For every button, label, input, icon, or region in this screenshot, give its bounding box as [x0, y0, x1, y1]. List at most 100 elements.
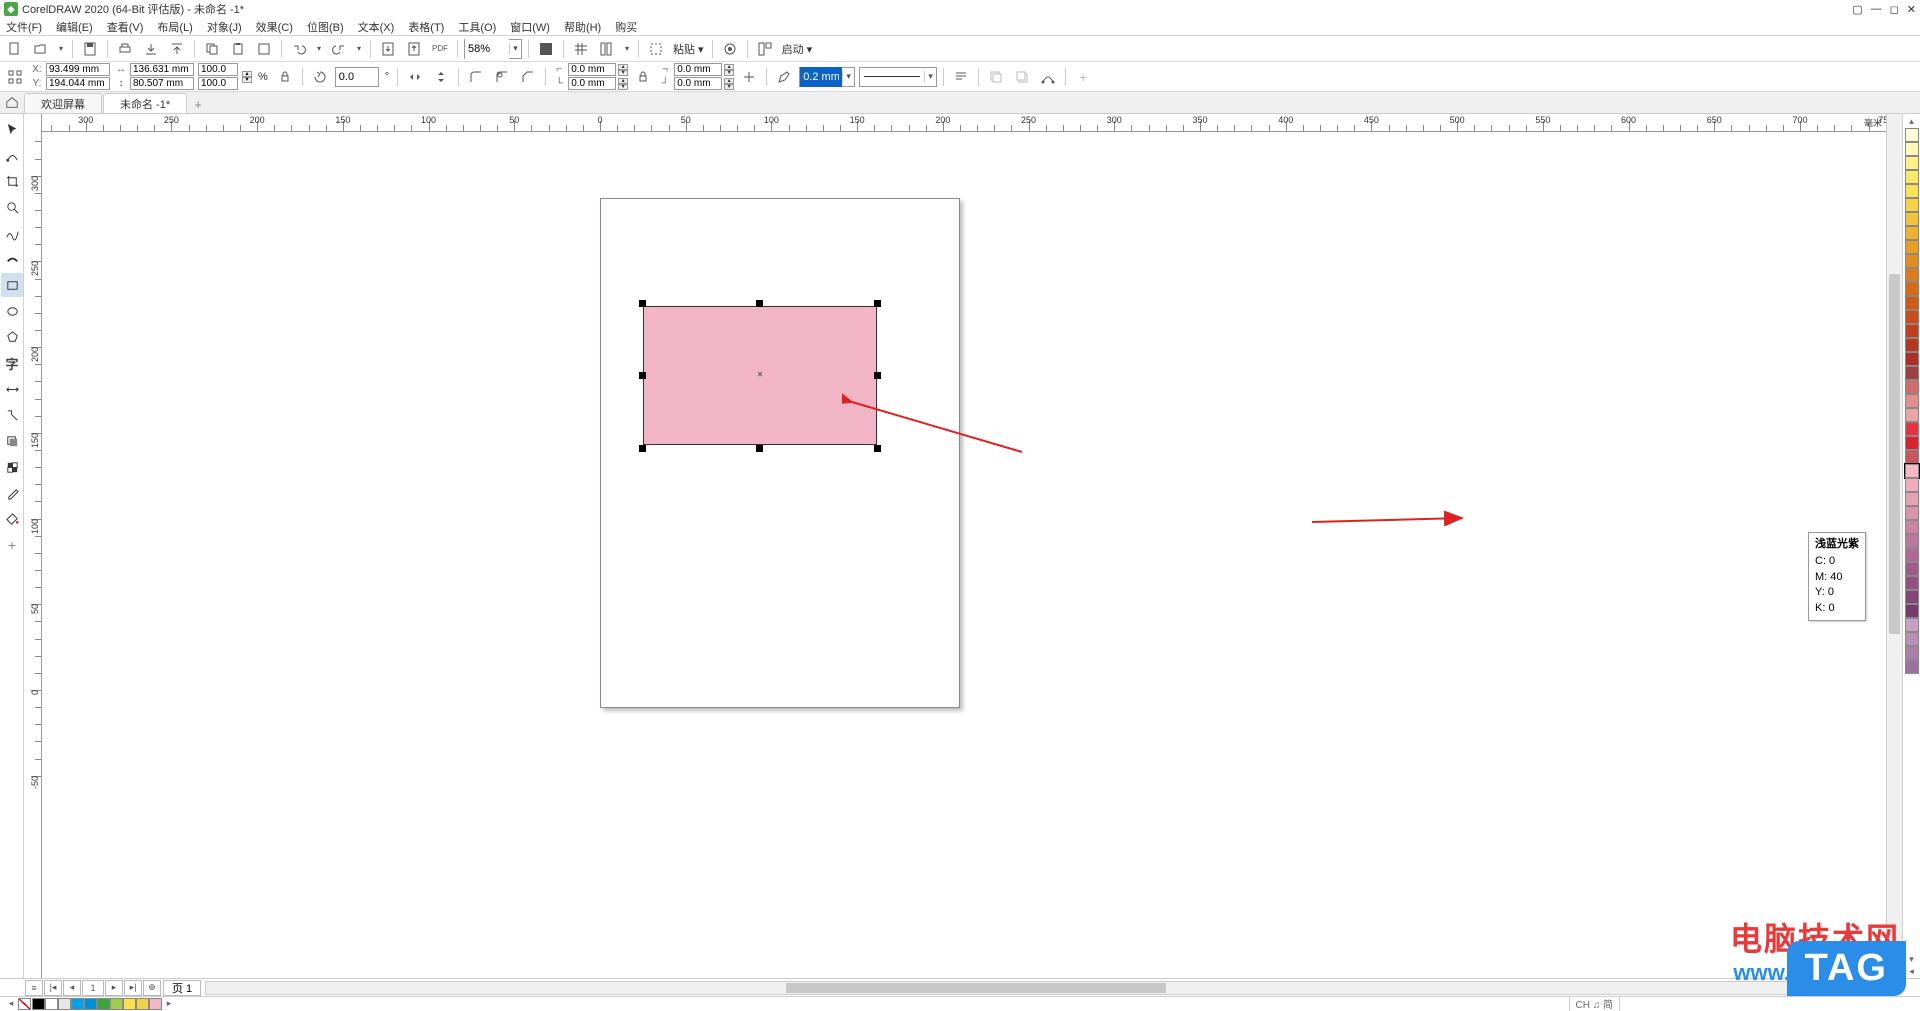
palette-swatch[interactable] [1905, 632, 1919, 646]
drop-shadow-icon[interactable] [1, 429, 23, 453]
menu-help[interactable]: 帮助(H) [564, 19, 601, 35]
palette-swatch[interactable] [1905, 506, 1919, 520]
menu-effects[interactable]: 效果(C) [256, 19, 293, 35]
handle-tm[interactable] [756, 300, 763, 307]
home-tab-icon[interactable] [0, 91, 24, 113]
polygon-tool-icon[interactable] [1, 325, 23, 349]
new-icon[interactable] [4, 38, 26, 60]
bottom-swatch[interactable] [45, 998, 58, 1010]
palette-swatch[interactable] [1905, 184, 1919, 198]
palette-swatch[interactable] [1905, 324, 1919, 338]
palette-swatch[interactable] [1905, 282, 1919, 296]
vertical-scrollbar[interactable] [1886, 114, 1902, 978]
import2-icon[interactable] [377, 38, 399, 60]
origin-icon[interactable] [4, 66, 26, 88]
bottom-swatch[interactable] [149, 998, 162, 1010]
palette-swatch[interactable] [1905, 338, 1919, 352]
corner-round-icon[interactable] [465, 66, 487, 88]
print-icon[interactable] [114, 38, 136, 60]
horizontal-ruler[interactable]: 毫米 3002502001501005005010015020025030035… [42, 114, 1886, 132]
no-fill-swatch[interactable] [18, 998, 31, 1010]
snap-drop-icon[interactable]: ▾ [622, 38, 632, 60]
palette-swatch[interactable] [1905, 296, 1919, 310]
bottom-swatch[interactable] [136, 998, 149, 1010]
mirror-v-icon[interactable] [430, 66, 452, 88]
palette-swatch[interactable] [1905, 212, 1919, 226]
hscroll-thumb[interactable] [786, 983, 1166, 993]
palette-swatch[interactable] [1905, 660, 1919, 674]
menu-edit[interactable]: 编辑(E) [56, 19, 93, 35]
menu-buy[interactable]: 购买 [615, 19, 637, 35]
transparency-icon[interactable] [1, 455, 23, 479]
palette-swatch[interactable] [1905, 198, 1919, 212]
palette-swatch[interactable] [1905, 562, 1919, 576]
page-add-icon[interactable]: ⊕ [143, 980, 161, 996]
palette-swatch[interactable] [1905, 464, 1919, 478]
clipboard-icon[interactable] [253, 38, 275, 60]
palette-swatch[interactable] [1905, 450, 1919, 464]
x-input[interactable] [46, 63, 110, 76]
menu-bitmap[interactable]: 位图(B) [307, 19, 344, 35]
rotate-icon[interactable] [309, 66, 331, 88]
horizontal-scrollbar[interactable] [205, 981, 1882, 995]
menu-window[interactable]: 窗口(W) [510, 19, 550, 35]
ellipse-tool-icon[interactable] [1, 299, 23, 323]
outline-width-input[interactable] [800, 67, 842, 87]
bpalette-right-icon[interactable]: ▸ [162, 998, 176, 1009]
palette-swatch[interactable] [1905, 156, 1919, 170]
copy-icon[interactable] [201, 38, 223, 60]
handle-ml[interactable] [639, 372, 646, 379]
corner-chamfer-icon[interactable] [517, 66, 539, 88]
menu-file[interactable]: 文件(F) [6, 19, 42, 35]
redo-icon[interactable] [328, 38, 350, 60]
palette-swatch[interactable] [1905, 422, 1919, 436]
import-icon[interactable] [140, 38, 162, 60]
corner-scallop-icon[interactable] [491, 66, 513, 88]
ime-indicator[interactable]: CH ♫ 简 [1569, 996, 1621, 1011]
bottom-swatch[interactable] [71, 998, 84, 1010]
palette-swatch[interactable] [1905, 646, 1919, 660]
handle-bl[interactable] [639, 445, 646, 452]
palette-swatch[interactable] [1905, 254, 1919, 268]
restore-icon[interactable]: ▢ [1852, 3, 1862, 16]
vscroll-thumb[interactable] [1889, 274, 1900, 634]
corner-bl-input[interactable] [568, 77, 616, 90]
height-input[interactable] [130, 77, 194, 90]
palette-swatch[interactable] [1905, 352, 1919, 366]
bottom-swatch[interactable] [97, 998, 110, 1010]
text-tool-icon[interactable]: 字 [1, 351, 23, 375]
palette-swatch[interactable] [1905, 226, 1919, 240]
width-input[interactable] [130, 63, 194, 76]
page-tab[interactable]: 页 1 [163, 980, 201, 996]
page-next-icon[interactable]: ▸ [105, 980, 123, 996]
palette-swatch[interactable] [1905, 520, 1919, 534]
add-tab-icon[interactable]: + [188, 95, 208, 113]
crop-tool-icon[interactable] [1, 169, 23, 193]
canvas[interactable]: × [42, 132, 1886, 978]
palette-swatch[interactable] [1905, 394, 1919, 408]
palette-swatch[interactable] [1905, 240, 1919, 254]
connector-tool-icon[interactable] [1, 403, 23, 427]
corner-lock-icon[interactable] [632, 66, 654, 88]
fullscreen-icon[interactable] [535, 38, 557, 60]
menu-layout[interactable]: 布局(L) [157, 19, 192, 35]
layout-icon[interactable] [754, 38, 776, 60]
scale-x-input[interactable] [198, 63, 238, 76]
undo-icon[interactable] [288, 38, 310, 60]
export2-icon[interactable] [403, 38, 425, 60]
lock-ratio-icon[interactable] [274, 66, 296, 88]
start-label[interactable]: 启动 ▾ [780, 41, 815, 57]
handle-bm[interactable] [756, 445, 763, 452]
artistic-media-icon[interactable] [1, 247, 23, 271]
tab-welcome[interactable]: 欢迎屏幕 [24, 93, 102, 113]
palette-fly-icon[interactable]: ◂ [1909, 966, 1914, 978]
add-icon[interactable]: + [1072, 66, 1094, 88]
pick-tool-icon[interactable] [1, 117, 23, 141]
palette-swatch[interactable] [1905, 128, 1919, 142]
outline-pen-icon[interactable] [773, 66, 795, 88]
bottom-swatch[interactable] [32, 998, 45, 1010]
palette-swatch[interactable] [1905, 436, 1919, 450]
shape-tool-icon[interactable] [1, 143, 23, 167]
page-prev-icon[interactable]: ◂ [63, 980, 81, 996]
toolbox-add-icon[interactable]: + [1, 533, 23, 557]
